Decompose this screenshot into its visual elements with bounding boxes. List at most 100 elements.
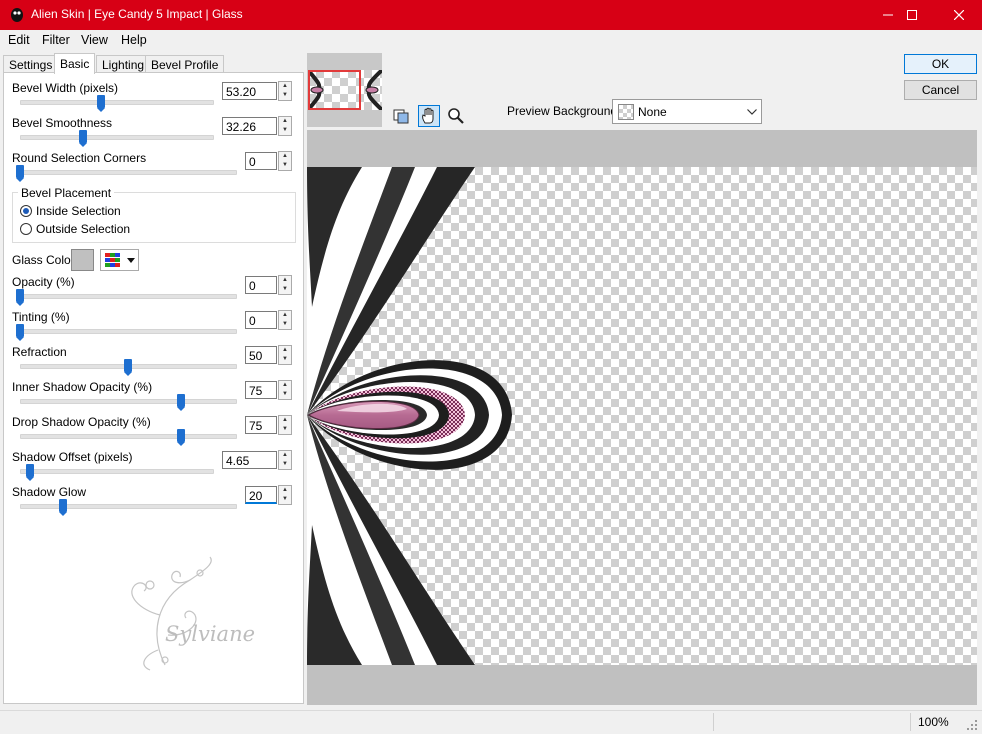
opacity-slider[interactable] bbox=[20, 294, 237, 299]
glass-color-label: Glass Color bbox=[12, 253, 75, 267]
spin-down-icon: ▼ bbox=[282, 391, 288, 397]
status-bar: 100% bbox=[0, 710, 982, 734]
preview-image bbox=[307, 167, 512, 665]
tinting-input[interactable]: 0 bbox=[245, 311, 277, 329]
shadow-offset-slider[interactable] bbox=[20, 469, 214, 474]
shadow-offset-slider-thumb[interactable] bbox=[26, 464, 34, 481]
round-corners-input[interactable]: 0 bbox=[245, 152, 277, 170]
watermark-logo: Sylviane bbox=[131, 556, 255, 671]
opacity-label: Opacity (%) bbox=[12, 275, 75, 289]
spin-up-icon: ▲ bbox=[282, 417, 288, 423]
bevel-width-label: Bevel Width (pixels) bbox=[12, 81, 119, 95]
outside-selection-label[interactable]: Outside Selection bbox=[36, 222, 130, 236]
round-corners-spinner[interactable]: ▲ ▼ bbox=[278, 151, 292, 171]
app-icon bbox=[11, 8, 23, 22]
refraction-input[interactable]: 50 bbox=[245, 346, 277, 364]
inner-shadow-input[interactable]: 75 bbox=[245, 381, 277, 399]
shadow-glow-slider[interactable] bbox=[20, 504, 237, 509]
spin-down-icon: ▼ bbox=[282, 356, 288, 362]
resize-grip-icon[interactable] bbox=[966, 719, 978, 731]
bevel-width-slider-thumb[interactable] bbox=[97, 95, 105, 112]
spin-down-icon: ▼ bbox=[282, 496, 288, 502]
bevel-smoothness-slider[interactable] bbox=[20, 135, 214, 140]
drop-shadow-spinner[interactable]: ▲ ▼ bbox=[278, 415, 292, 435]
refraction-spinner[interactable]: ▲ ▼ bbox=[278, 345, 292, 365]
bevel-smoothness-slider-thumb[interactable] bbox=[79, 130, 87, 147]
bevel-smoothness-spinner[interactable]: ▲ ▼ bbox=[278, 116, 292, 136]
status-divider bbox=[910, 713, 911, 731]
inner-shadow-label: Inner Shadow Opacity (%) bbox=[12, 380, 153, 394]
inner-shadow-slider-thumb[interactable] bbox=[177, 394, 185, 411]
close-icon bbox=[953, 9, 965, 21]
color-picker-button[interactable] bbox=[100, 249, 139, 271]
spin-up-icon: ▲ bbox=[282, 487, 288, 493]
shadow-offset-input[interactable]: 4.65 bbox=[222, 451, 277, 469]
shadow-offset-spinner[interactable]: ▲ ▼ bbox=[278, 450, 292, 470]
tinting-slider[interactable] bbox=[20, 329, 237, 334]
magnifier-icon bbox=[448, 108, 464, 124]
drop-shadow-slider[interactable] bbox=[20, 434, 237, 439]
preview-background-dropdown[interactable]: None bbox=[612, 99, 762, 124]
spin-up-icon: ▲ bbox=[282, 312, 288, 318]
bevel-width-spinner[interactable]: ▲ ▼ bbox=[278, 81, 292, 101]
navigator-viewport-frame[interactable] bbox=[308, 70, 361, 110]
outside-selection-radio[interactable] bbox=[20, 223, 32, 235]
refraction-label: Refraction bbox=[12, 345, 67, 359]
tinting-spinner[interactable]: ▲ ▼ bbox=[278, 310, 292, 330]
spin-up-icon: ▲ bbox=[282, 83, 288, 89]
spin-up-icon: ▲ bbox=[282, 277, 288, 283]
spin-up-icon: ▲ bbox=[282, 452, 288, 458]
shadow-offset-label: Shadow Offset (pixels) bbox=[12, 450, 133, 464]
preview-background-label: Preview Background: bbox=[507, 104, 621, 118]
cancel-button[interactable]: Cancel bbox=[904, 80, 977, 100]
shadow-glow-spinner[interactable]: ▲ ▼ bbox=[278, 485, 292, 505]
spin-up-icon: ▲ bbox=[282, 118, 288, 124]
inside-selection-radio[interactable] bbox=[20, 205, 32, 217]
opacity-slider-thumb[interactable] bbox=[16, 289, 24, 306]
spin-down-icon: ▼ bbox=[282, 127, 288, 133]
bevel-width-input[interactable]: 53.20 bbox=[222, 82, 277, 100]
menu-filter[interactable]: Filter bbox=[42, 33, 70, 47]
inner-shadow-spinner[interactable]: ▲ ▼ bbox=[278, 380, 292, 400]
maximize-icon bbox=[907, 10, 917, 20]
tab-basic[interactable]: Basic bbox=[54, 53, 96, 74]
zoom-tool-button[interactable] bbox=[445, 105, 467, 127]
menu-edit[interactable]: Edit bbox=[8, 33, 30, 47]
spin-up-icon: ▲ bbox=[282, 347, 288, 353]
drop-shadow-input[interactable]: 75 bbox=[245, 416, 277, 434]
tinting-slider-thumb[interactable] bbox=[16, 324, 24, 341]
round-corners-label: Round Selection Corners bbox=[12, 151, 147, 165]
maximize-button[interactable] bbox=[889, 0, 935, 30]
inside-selection-label[interactable]: Inside Selection bbox=[36, 204, 121, 218]
navigator-tool-button[interactable] bbox=[390, 105, 412, 127]
opacity-spinner[interactable]: ▲ ▼ bbox=[278, 275, 292, 295]
bevel-width-slider[interactable] bbox=[20, 100, 214, 105]
drop-shadow-slider-thumb[interactable] bbox=[177, 429, 185, 446]
menu-view[interactable]: View bbox=[81, 33, 108, 47]
inner-shadow-slider[interactable] bbox=[20, 399, 237, 404]
opacity-input[interactable]: 0 bbox=[245, 276, 277, 294]
spin-down-icon: ▼ bbox=[282, 461, 288, 467]
hand-tool-button[interactable] bbox=[418, 105, 440, 127]
shadow-glow-slider-thumb[interactable] bbox=[59, 499, 67, 516]
refraction-slider-thumb[interactable] bbox=[124, 359, 132, 376]
round-corners-slider[interactable] bbox=[20, 170, 237, 175]
menu-help[interactable]: Help bbox=[121, 33, 147, 47]
drop-shadow-label: Drop Shadow Opacity (%) bbox=[12, 415, 151, 429]
bevel-placement-label: Bevel Placement bbox=[18, 186, 115, 200]
round-corners-slider-thumb[interactable] bbox=[16, 165, 24, 182]
glass-color-swatch[interactable] bbox=[71, 249, 94, 271]
hand-icon bbox=[422, 107, 434, 124]
chevron-down-icon bbox=[747, 109, 757, 115]
spin-up-icon: ▲ bbox=[282, 153, 288, 159]
window-title: Alien Skin | Eye Candy 5 Impact | Glass bbox=[31, 7, 243, 21]
bevel-smoothness-input[interactable]: 32.26 bbox=[222, 117, 277, 135]
ok-button[interactable]: OK bbox=[904, 54, 977, 74]
title-bar[interactable]: Alien Skin | Eye Candy 5 Impact | Glass bbox=[0, 0, 982, 30]
status-divider bbox=[713, 713, 714, 731]
color-grid-icon bbox=[105, 253, 120, 267]
preview-canvas[interactable] bbox=[307, 167, 977, 665]
watermark-text: Sylviane bbox=[165, 622, 255, 646]
close-button[interactable] bbox=[936, 0, 982, 30]
shadow-glow-input[interactable]: 20 bbox=[245, 486, 277, 504]
